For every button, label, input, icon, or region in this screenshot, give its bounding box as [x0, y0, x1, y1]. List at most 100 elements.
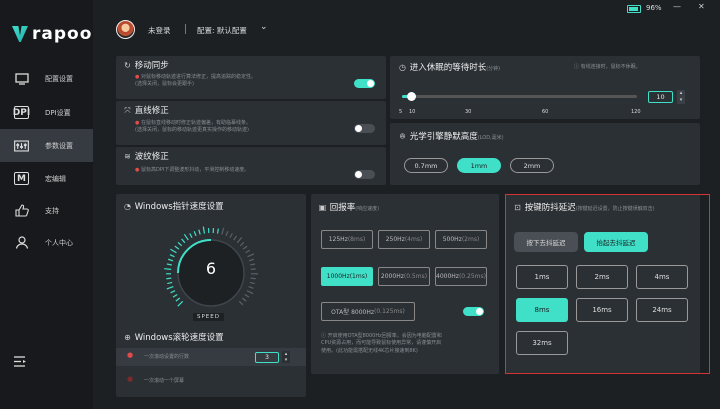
gauge-tick: [246, 290, 254, 295]
report-rate-2000hz[interactable]: 2000Hz (0.5ms): [378, 267, 430, 286]
windows-speed-title: Windows指针速度设置: [134, 202, 224, 212]
speedometer-icon: ◔: [124, 202, 131, 211]
motion-sync-desc: 对鼠标移动轨迹进行算法修正，提高追踪的稳定性。: [140, 74, 256, 80]
sidebar-item-macro[interactable]: M 宏编辑: [0, 162, 93, 195]
gauge-tick: [245, 249, 251, 254]
main-content: 未登录 配置: 默认配置 ⌄ 96% — ✕ ↻ 移动同步 ● 对鼠标移动轨迹进…: [93, 0, 720, 409]
sidebar-item-account[interactable]: 个人中心: [0, 226, 93, 259]
report-rate-label: 1000Hz: [326, 273, 350, 280]
sidebar-item-params[interactable]: 参数设置: [0, 129, 93, 162]
lod-option-0-7mm[interactable]: 0.7mm: [404, 158, 448, 173]
gauge-tick: [229, 233, 233, 239]
windows-speed-panel: ◔ Windows指针速度设置 6 SPEED ⊕ Windows滚轮速度设置 …: [116, 194, 306, 397]
report-rate-1000hz[interactable]: 1000Hz (1ms): [321, 267, 373, 286]
chevron-down-icon[interactable]: ⌄: [260, 22, 268, 32]
gauge-tick: [167, 281, 173, 285]
sidebar-item-label: 参数设置: [45, 141, 73, 150]
display-icon: [14, 72, 29, 85]
ota-8000hz-option[interactable]: OTA型 8000Hz (0.125ms): [321, 302, 415, 321]
rapoo-logo: rapoo: [12, 24, 92, 44]
gauge-tick: [244, 293, 250, 298]
speed-label: SPEED: [193, 313, 224, 321]
ripple-fix-title: 波纹修正: [134, 152, 169, 162]
minimize-button[interactable]: —: [673, 2, 681, 11]
report-rate-500hz[interactable]: 500Hz (2ms): [435, 230, 487, 249]
report-rate-4000hz[interactable]: 4000Hz (0.25ms): [435, 267, 487, 286]
scroll-lines-row[interactable]: ● 一次滚动设置的行数 3 ▴ ▾: [116, 348, 306, 366]
gauge-tick: [233, 235, 238, 241]
gauge-tick: [164, 268, 172, 270]
gauge-tick: [175, 297, 181, 302]
scroll-lines-stepper[interactable]: ▴ ▾: [282, 351, 290, 363]
sleep-tick: 5: [399, 109, 403, 115]
sidebar-item-label: 支持: [45, 206, 59, 215]
motion-sync-panel: ↻ 移动同步 ● 对鼠标移动轨迹进行算法修正，提高追踪的稳定性。 (选择关闭，鼠标…: [116, 56, 386, 99]
report-rate-250hz[interactable]: 250Hz (4ms): [378, 230, 430, 249]
ota-toggle[interactable]: [463, 307, 484, 316]
battery-percent: 96%: [646, 4, 662, 12]
highlight-frame: [505, 194, 710, 374]
gauge-tick: [216, 228, 219, 234]
close-button[interactable]: ✕: [698, 2, 705, 11]
ota-note: CPU资源占用，而可能导致鼠标使用异常，请谨慎开启: [321, 340, 442, 347]
gauge-tick: [248, 258, 255, 262]
gauge-tick: [174, 245, 180, 250]
motion-sync-toggle[interactable]: [354, 79, 375, 88]
dpi-icon: DPI: [12, 106, 31, 119]
report-rate-label: 125Hz: [328, 236, 348, 243]
sidebar-item-label: 个人中心: [45, 238, 73, 247]
sleep-stepper[interactable]: ▴ ▾: [677, 90, 685, 104]
report-rate-label: 4000Hz: [436, 273, 459, 280]
login-status[interactable]: 未登录: [148, 25, 171, 36]
gauge-tick: [248, 286, 254, 289]
report-rate-125hz[interactable]: 125Hz (8ms): [321, 230, 373, 249]
sleep-panel: ◷ 进入休眠的等待时长(分钟) ⓘ 有线连接时，鼠标不休眠。 10 ▴ ▾ 5 1…: [390, 56, 700, 119]
ota-label: OTA型 8000Hz: [331, 309, 375, 316]
lod-option-2mm[interactable]: 2mm: [510, 158, 554, 173]
scroll-lines-input[interactable]: 3: [255, 352, 279, 363]
user-icon: [14, 236, 29, 249]
line-fix-toggle[interactable]: [354, 124, 375, 133]
collapse-sidebar-icon[interactable]: [14, 352, 27, 371]
sidebar-item-profile[interactable]: 配置设置: [0, 62, 93, 95]
gauge-tick: [183, 233, 189, 241]
ripple-fix-desc: 鼠标高DPI下调整波形抖动，平滑控制移动速度。: [140, 167, 250, 173]
sidebar-item-support[interactable]: 支持: [0, 194, 93, 227]
report-rate-icon: ▣: [318, 203, 327, 212]
sleep-value-input[interactable]: 10: [648, 91, 673, 103]
sidebar-item-dpi[interactable]: DPI DPI设置: [0, 96, 93, 129]
sleep-tick: 30: [465, 109, 472, 115]
sleep-tick: 60: [542, 109, 549, 115]
scroll-screen-row[interactable]: ● 一次滚动一个屏幕: [116, 372, 306, 390]
sleep-slider-track[interactable]: [402, 92, 637, 101]
avatar[interactable]: [116, 20, 135, 39]
speed-value: 6: [205, 259, 217, 278]
battery-icon: [627, 5, 641, 13]
gauge-tick: [225, 231, 229, 237]
radio-unselected-icon: ●: [127, 375, 134, 383]
report-rate-time: (8ms): [347, 236, 366, 243]
clock-icon: ◷: [399, 63, 406, 72]
app-window: rapoo 配置设置 DPI DPI设置 参数设置 M 宏编辑 支持 个人中心 未登…: [0, 0, 720, 409]
gauge-tick: [236, 237, 243, 244]
scroll-speed-title: Windows滚轮速度设置: [134, 333, 224, 343]
line-fix-icon: ⤧: [124, 106, 131, 115]
lod-unit: (LOD,毫米): [477, 135, 504, 141]
ripple-fix-toggle[interactable]: [354, 170, 375, 179]
gauge-tick: [249, 281, 255, 285]
sleep-slider-handle[interactable]: [407, 92, 417, 101]
report-rate-panel: ▣ 回报率(响应速度) 125Hz (8ms) 250Hz (4ms) 500Hz(…: [311, 194, 499, 374]
config-selector-label[interactable]: 配置: 默认配置: [197, 25, 247, 36]
gauge-tick: [247, 253, 255, 258]
ota-note: 开启使用OTA型8000Hz回报率，会因为电脑配置和: [327, 333, 442, 339]
sleep-tick: 10: [409, 109, 416, 115]
laser-icon: ꔮ: [399, 132, 406, 141]
gauge-tick: [177, 241, 183, 247]
report-rate-time: (0.25ms): [458, 273, 486, 280]
ota-time: (0.125ms): [374, 308, 405, 315]
sidebar-item-label: 配置设置: [45, 74, 73, 83]
sidebar: rapoo 配置设置 DPI DPI设置 参数设置 M 宏编辑 支持 个人中心: [0, 0, 93, 409]
gauge-tick: [170, 290, 176, 294]
lod-option-1mm[interactable]: 1mm: [457, 158, 501, 173]
scroll-screen-label: 一次滚动一个屏幕: [144, 378, 185, 384]
